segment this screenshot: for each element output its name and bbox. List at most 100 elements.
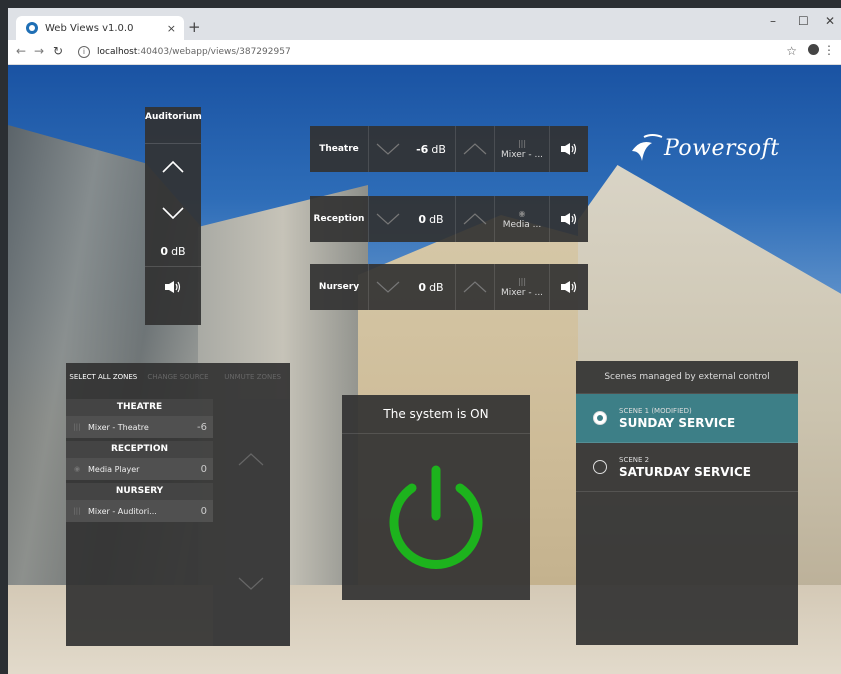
zones-panel-header: SELECT ALL ZONES CHANGE SOURCE UNMUTE ZO… bbox=[66, 363, 290, 399]
zone-control-auditorium: Auditorium 0 dB bbox=[145, 107, 202, 325]
source-label: Mixer - ... bbox=[500, 287, 544, 298]
mixer-icon: ||| bbox=[517, 276, 527, 286]
address-bar: ← → ↻ i localhost:40403/webapp/views/387… bbox=[8, 40, 841, 65]
change-source-button[interactable]: CHANGE SOURCE bbox=[141, 363, 216, 399]
minimize-button[interactable]: – bbox=[770, 14, 776, 28]
scenes-header: Scenes managed by external control bbox=[576, 361, 798, 394]
radio-unselected-icon[interactable] bbox=[593, 460, 607, 474]
speaker-icon bbox=[561, 143, 577, 155]
source-selector[interactable]: ||| Mixer - ... bbox=[494, 126, 549, 172]
source-selector[interactable]: ◉ Media ... bbox=[494, 196, 549, 242]
scene-item[interactable]: SCENE 1 (MODIFIED) SUNDAY SERVICE bbox=[576, 394, 798, 443]
mute-button[interactable] bbox=[549, 196, 588, 242]
mixer-icon: ||| bbox=[73, 507, 81, 515]
menu-dots-icon[interactable]: ⋮ bbox=[823, 43, 835, 57]
zone-group-header[interactable]: RECEPTION bbox=[66, 441, 213, 458]
zone-name: Nursery bbox=[318, 282, 360, 292]
speaker-icon bbox=[165, 281, 181, 293]
level-value: -6 bbox=[416, 142, 429, 156]
volume-level: 0 dB bbox=[407, 196, 455, 242]
level-value: 0 bbox=[418, 280, 427, 294]
powersoft-logo: Powersoft bbox=[630, 131, 780, 165]
mute-button[interactable] bbox=[145, 266, 201, 307]
source-selector[interactable]: ||| Mixer - ... bbox=[494, 264, 549, 310]
url-host: localhost bbox=[97, 47, 138, 57]
info-icon[interactable]: i bbox=[78, 46, 90, 58]
reload-icon[interactable]: ↻ bbox=[53, 44, 63, 58]
mixer-icon: ||| bbox=[73, 423, 81, 431]
zone-control-nursery: Nursery 0 dB ||| Mixer - ... bbox=[310, 264, 588, 310]
zones-list: THEATRE ||| Mixer - Theatre -6 RECEPTION… bbox=[66, 399, 213, 646]
unmute-zones-button[interactable]: UNMUTE ZONES bbox=[215, 363, 290, 399]
level-value: 0 bbox=[200, 505, 207, 517]
volume-up-button[interactable] bbox=[145, 144, 201, 190]
scene-number: SCENE 1 (MODIFIED) bbox=[619, 406, 692, 415]
browser-tab[interactable]: Web Views v1.0.0 × bbox=[16, 16, 184, 40]
close-window-button[interactable]: ✕ bbox=[825, 14, 835, 28]
volume-up-button[interactable] bbox=[455, 126, 494, 172]
tab-strip: Web Views v1.0.0 × + – ☐ ✕ bbox=[8, 8, 841, 40]
radio-selected-icon[interactable] bbox=[593, 411, 607, 425]
zone-name: Reception bbox=[313, 214, 365, 224]
chevron-down-icon bbox=[376, 213, 400, 225]
mixer-icon: ||| bbox=[517, 138, 527, 148]
source-label: Mixer - Theatre bbox=[88, 422, 149, 432]
volume-level: 0 dB bbox=[407, 264, 455, 310]
new-tab-button[interactable]: + bbox=[188, 18, 201, 36]
media-player-icon: ◉ bbox=[518, 208, 526, 218]
zone-group-header[interactable]: NURSERY bbox=[66, 483, 213, 500]
source-label: Media ... bbox=[502, 219, 542, 230]
chevron-up-icon bbox=[463, 281, 487, 293]
list-item[interactable]: ||| Mixer - Theatre -6 bbox=[66, 416, 213, 438]
bookmark-star-icon[interactable]: ☆ bbox=[786, 44, 797, 58]
volume-down-button[interactable] bbox=[145, 190, 201, 236]
level-unit: dB bbox=[431, 142, 446, 156]
select-all-zones-button[interactable]: SELECT ALL ZONES bbox=[66, 363, 141, 399]
volume-level: -6 dB bbox=[407, 126, 455, 172]
system-status-text: The system is ON bbox=[342, 395, 530, 434]
mute-button[interactable] bbox=[549, 264, 588, 310]
chevron-down-icon bbox=[162, 207, 184, 220]
mute-button[interactable] bbox=[549, 126, 588, 172]
source-label: Mixer - ... bbox=[500, 149, 544, 160]
scene-item[interactable]: SCENE 2 SATURDAY SERVICE bbox=[576, 443, 798, 492]
level-unit: dB bbox=[171, 244, 186, 258]
zones-panel: SELECT ALL ZONES CHANGE SOURCE UNMUTE ZO… bbox=[66, 363, 290, 646]
chevron-down-icon bbox=[376, 281, 400, 293]
volume-down-button[interactable] bbox=[368, 126, 407, 172]
level-value: 0 bbox=[160, 244, 169, 258]
level-value: -6 bbox=[197, 421, 207, 433]
profile-avatar-icon[interactable] bbox=[808, 44, 819, 55]
maximize-button[interactable]: ☐ bbox=[798, 14, 809, 28]
volume-down-button[interactable] bbox=[368, 196, 407, 242]
volume-down-button[interactable] bbox=[368, 264, 407, 310]
tab-close-icon[interactable]: × bbox=[167, 22, 176, 35]
forward-arrow-icon[interactable]: → bbox=[34, 44, 44, 58]
list-item[interactable]: ◉ Media Player 0 bbox=[66, 458, 213, 480]
favicon-icon bbox=[26, 22, 38, 34]
chevron-up-icon bbox=[162, 160, 184, 173]
volume-side-controls bbox=[213, 399, 290, 646]
chevron-down-icon[interactable] bbox=[213, 569, 290, 599]
webapp-viewport: Auditorium 0 dB Theatre -6 dB ||| Mixer - … bbox=[8, 65, 841, 674]
logo-text: Powersoft bbox=[664, 135, 780, 161]
media-player-icon: ◉ bbox=[73, 465, 81, 473]
volume-level: 0 dB bbox=[145, 236, 201, 266]
power-button-icon[interactable] bbox=[342, 434, 530, 601]
zone-name: Auditorium bbox=[145, 107, 202, 144]
level-unit: dB bbox=[429, 280, 444, 294]
list-item[interactable]: ||| Mixer - Auditori... 0 bbox=[66, 500, 213, 522]
power-panel: The system is ON bbox=[342, 395, 530, 600]
volume-up-button[interactable] bbox=[455, 264, 494, 310]
back-arrow-icon[interactable]: ← bbox=[16, 44, 26, 58]
scene-number: SCENE 2 bbox=[619, 455, 650, 464]
chevron-up-icon bbox=[463, 213, 487, 225]
speaker-icon bbox=[561, 281, 577, 293]
volume-up-button[interactable] bbox=[455, 196, 494, 242]
url-field[interactable]: i localhost:40403/webapp/views/387292957 bbox=[78, 43, 778, 61]
chevron-down-icon bbox=[376, 143, 400, 155]
scene-name: SATURDAY SERVICE bbox=[619, 464, 751, 479]
url-path: :40403/webapp/views/387292957 bbox=[137, 47, 291, 57]
zone-group-header[interactable]: THEATRE bbox=[66, 399, 213, 416]
chevron-up-icon[interactable] bbox=[213, 445, 290, 475]
